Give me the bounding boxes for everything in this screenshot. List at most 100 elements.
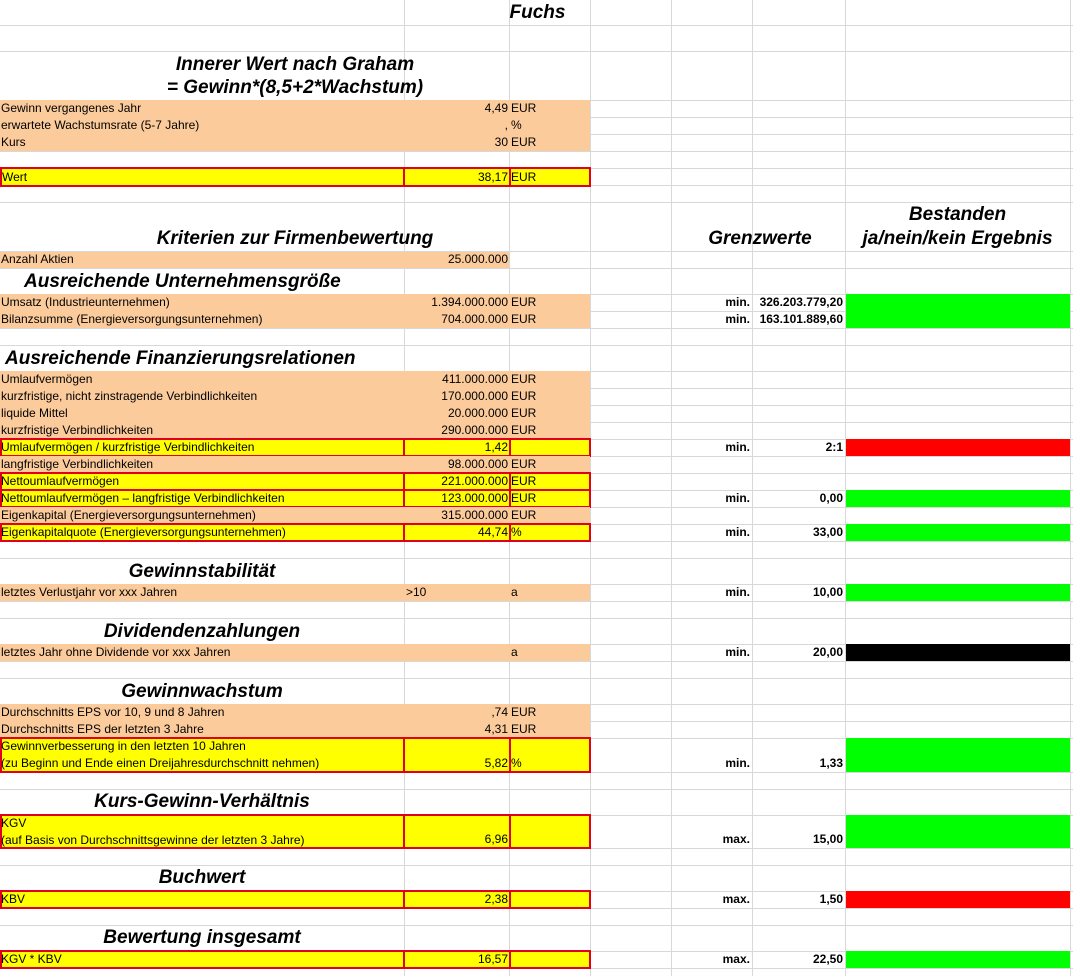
cell-value[interactable]: , bbox=[404, 117, 508, 134]
cell-unit[interactable]: EUR bbox=[511, 490, 536, 507]
cell-label[interactable]: Nettoumlaufvermögen – langfristige Verbi… bbox=[1, 490, 285, 507]
wert-unit[interactable]: EUR bbox=[511, 169, 536, 186]
cell-value[interactable]: 30 bbox=[404, 134, 508, 151]
limit-operator[interactable]: min. bbox=[672, 584, 750, 601]
limit-value[interactable]: 0,00 bbox=[753, 490, 843, 507]
limit-operator[interactable]: max. bbox=[672, 891, 750, 908]
limit-value[interactable]: 1,33 bbox=[753, 755, 843, 772]
limit-operator[interactable]: min. bbox=[672, 755, 750, 772]
cell-unit[interactable]: EUR bbox=[511, 311, 536, 328]
cell-value[interactable]: ,74 bbox=[404, 704, 508, 721]
cell-value[interactable]: 4,31 bbox=[404, 721, 508, 738]
cell-border bbox=[509, 950, 591, 969]
cell-unit[interactable]: EUR bbox=[511, 473, 536, 490]
cell-unit[interactable]: a bbox=[511, 584, 518, 601]
cell-unit[interactable]: EUR bbox=[511, 100, 536, 117]
cell-unit[interactable]: EUR bbox=[511, 507, 536, 524]
cell-label[interactable]: (auf Basis von Durchschnittsgewinne der … bbox=[1, 832, 305, 849]
cell-value[interactable]: 221.000.000 bbox=[404, 473, 508, 490]
cell-unit[interactable]: EUR bbox=[511, 388, 536, 405]
limit-operator[interactable]: min. bbox=[672, 524, 750, 541]
limit-operator[interactable]: min. bbox=[672, 490, 750, 507]
cell-label[interactable]: KBV bbox=[1, 891, 25, 908]
cell-value[interactable]: 1.394.000.000 bbox=[404, 294, 508, 311]
cell-label[interactable]: letztes Verlustjahr vor xxx Jahren bbox=[1, 584, 177, 601]
gridline bbox=[0, 601, 1073, 602]
cell-value[interactable]: 411.000.000 bbox=[404, 371, 508, 388]
cell-value[interactable]: 98.000.000 bbox=[404, 456, 508, 473]
wert-value[interactable]: 38,17 bbox=[404, 169, 508, 186]
limit-value[interactable]: 163.101.889,60 bbox=[753, 311, 843, 328]
limit-value[interactable]: 22,50 bbox=[753, 951, 843, 968]
cell-value[interactable]: 16,57 bbox=[404, 951, 508, 968]
aktien-value[interactable]: 25.000.000 bbox=[404, 251, 508, 268]
cell-label[interactable]: Eigenkapitalquote (Energieversorgungsunt… bbox=[1, 524, 286, 541]
limit-operator[interactable]: min. bbox=[672, 439, 750, 456]
cell-label[interactable]: letztes Jahr ohne Dividende vor xxx Jahr… bbox=[1, 644, 230, 661]
result-indicator-green bbox=[846, 294, 1070, 311]
cell-label[interactable]: langfristige Verbindlichkeiten bbox=[1, 456, 153, 473]
limit-operator[interactable]: min. bbox=[672, 294, 750, 311]
aktien-label[interactable]: Anzahl Aktien bbox=[1, 251, 74, 268]
cell-label[interactable]: KGV bbox=[1, 815, 26, 832]
cell-unit[interactable]: a bbox=[511, 644, 518, 661]
cell-label[interactable]: Umlaufvermögen / kurzfristige Verbindlic… bbox=[1, 439, 254, 456]
cell-label[interactable]: Bilanzsumme (Energieversorgungsunternehm… bbox=[1, 311, 262, 328]
cell-unit[interactable]: % bbox=[511, 755, 522, 772]
cell-value[interactable]: 44,74 bbox=[404, 524, 508, 541]
cell-label[interactable]: KGV * KBV bbox=[1, 951, 62, 968]
cell-label[interactable]: Kurs bbox=[1, 134, 26, 151]
cell-value[interactable]: 704.000.000 bbox=[404, 311, 508, 328]
cell-label[interactable]: Eigenkapital (Energieversorgungsunterneh… bbox=[1, 507, 256, 524]
cell-unit[interactable]: EUR bbox=[511, 704, 536, 721]
cell-unit[interactable]: EUR bbox=[511, 721, 536, 738]
cell-value[interactable]: 4,49 bbox=[404, 100, 508, 117]
cell-value[interactable]: 1,42 bbox=[404, 439, 508, 456]
cell-value[interactable]: 290.000.000 bbox=[404, 422, 508, 439]
cell-value[interactable]: 2,38 bbox=[404, 891, 508, 908]
cell-unit[interactable]: EUR bbox=[511, 422, 536, 439]
cell-unit[interactable]: EUR bbox=[511, 371, 536, 388]
cell-label[interactable]: Umsatz (Industrieunternehmen) bbox=[1, 294, 170, 311]
gridline bbox=[0, 558, 1073, 559]
cell-unit[interactable]: EUR bbox=[511, 134, 536, 151]
limit-operator[interactable]: max. bbox=[672, 951, 750, 968]
cell-value[interactable]: 5,82 bbox=[404, 755, 508, 772]
cell-value[interactable]: 123.000.000 bbox=[404, 490, 508, 507]
result-indicator-green bbox=[846, 951, 1070, 968]
cell-value[interactable]: 20.000.000 bbox=[404, 405, 508, 422]
cell-label[interactable]: erwartete Wachstumsrate (5-7 Jahre) bbox=[1, 117, 199, 134]
cell-value[interactable] bbox=[404, 644, 508, 661]
cell-label[interactable]: kurzfristige, nicht zinstragende Verbind… bbox=[1, 388, 257, 405]
cell-label[interactable]: kurzfristige Verbindlichkeiten bbox=[1, 422, 153, 439]
cell-unit[interactable]: EUR bbox=[511, 405, 536, 422]
cell-label[interactable]: Durchschnitts EPS der letzten 3 Jahre bbox=[1, 721, 204, 738]
cell-value[interactable]: 315.000.000 bbox=[404, 507, 508, 524]
limit-value[interactable]: 1,50 bbox=[753, 891, 843, 908]
limit-value[interactable]: 20,00 bbox=[753, 644, 843, 661]
limit-operator[interactable]: max. bbox=[672, 831, 750, 848]
cell-unit[interactable]: EUR bbox=[511, 456, 536, 473]
cell-value[interactable]: 170.000.000 bbox=[404, 388, 508, 405]
cell-label[interactable]: Gewinn vergangenes Jahr bbox=[1, 100, 141, 117]
bestanden-heading-2: ja/nein/kein Ergebnis bbox=[862, 228, 1053, 249]
cell-unit[interactable]: EUR bbox=[511, 294, 536, 311]
cell-unit[interactable]: % bbox=[511, 117, 522, 134]
cell-label[interactable]: Gewinnverbesserung in den letzten 10 Jah… bbox=[1, 738, 246, 755]
limit-value[interactable]: 33,00 bbox=[753, 524, 843, 541]
cell-value[interactable]: 6,96 bbox=[404, 831, 508, 848]
cell-value[interactable]: >10 bbox=[406, 584, 506, 601]
limit-value[interactable]: 15,00 bbox=[753, 831, 843, 848]
cell-label[interactable]: Umlaufvermögen bbox=[1, 371, 92, 388]
limit-operator[interactable]: min. bbox=[672, 644, 750, 661]
cell-label[interactable]: Nettoumlaufvermögen bbox=[1, 473, 119, 490]
limit-operator[interactable]: min. bbox=[672, 311, 750, 328]
limit-value[interactable]: 10,00 bbox=[753, 584, 843, 601]
cell-label[interactable]: Durchschnitts EPS vor 10, 9 und 8 Jahren bbox=[1, 704, 224, 721]
cell-unit[interactable]: % bbox=[511, 524, 522, 541]
limit-value[interactable]: 326.203.779,20 bbox=[753, 294, 843, 311]
cell-label[interactable]: (zu Beginn und Ende einen Dreijahresdurc… bbox=[1, 755, 319, 772]
wert-label[interactable]: Wert bbox=[2, 169, 27, 186]
cell-label[interactable]: liquide Mittel bbox=[1, 405, 68, 422]
limit-value[interactable]: 2:1 bbox=[753, 439, 843, 456]
